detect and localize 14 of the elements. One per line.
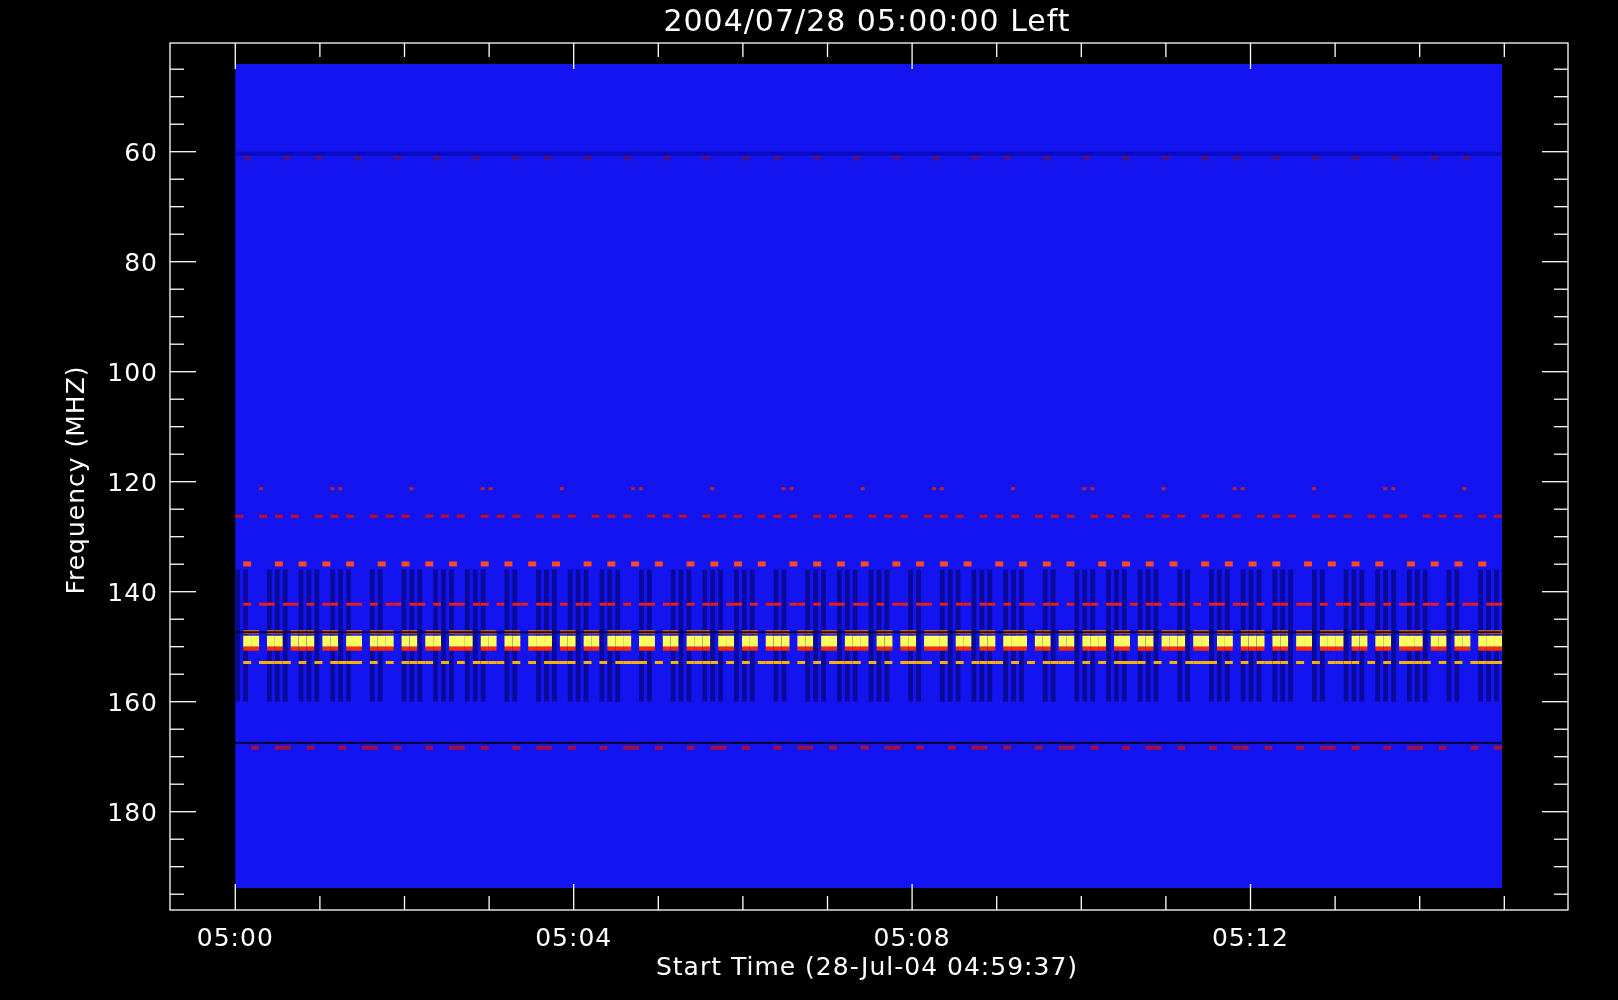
axis-tick-label: 05:08 (873, 923, 951, 952)
axis-tick-label: 60 (124, 137, 158, 167)
axis-tick-label: 05:00 (196, 923, 274, 952)
axis-tick-label: 180 (107, 797, 158, 827)
axis-label: Frequency (MHZ) (61, 365, 90, 595)
axis-tick-label: 05:04 (535, 923, 613, 952)
axis-label: Start Time (28-Jul-04 04:59:37) (655, 952, 1079, 981)
axis-tick-label: 05:12 (1212, 923, 1289, 952)
axis-tick-label: 160 (107, 687, 158, 717)
chart-title: 2004/07/28 05:00:00 Left (663, 3, 1071, 38)
axis-tick-label: 100 (107, 357, 158, 387)
axis-tick-label: 120 (107, 467, 158, 497)
axis-tick-label: 80 (124, 247, 158, 277)
axis-tick-label: 140 (107, 577, 158, 607)
